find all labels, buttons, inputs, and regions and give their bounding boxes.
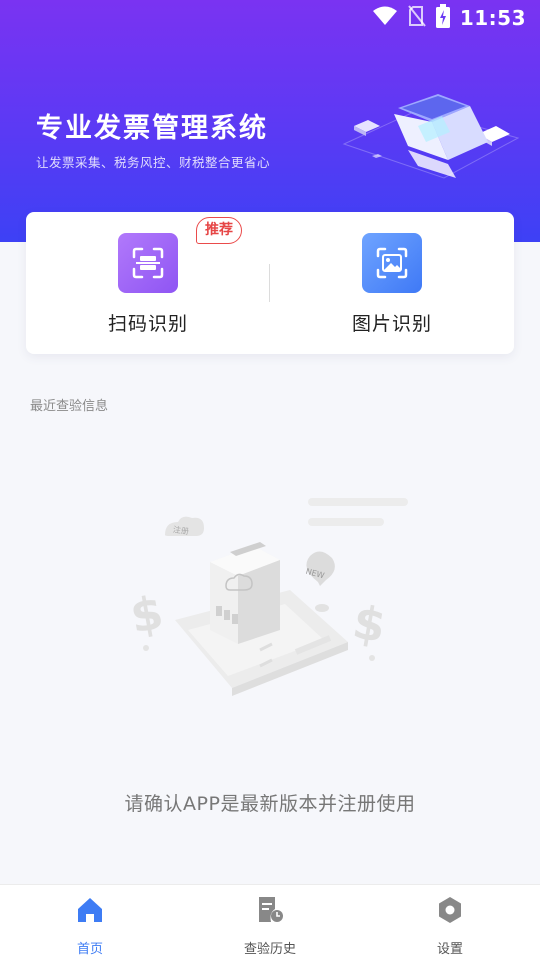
scan-recognize-button[interactable]: 扫码识别 推荐 (26, 212, 270, 354)
recommended-badge: 推荐 (196, 217, 242, 244)
image-recognize-label: 图片识别 (351, 313, 432, 335)
image-icon (362, 233, 422, 293)
tab-settings-label: 设置 (436, 942, 463, 957)
tab-history-label: 查验历史 (243, 942, 296, 957)
svg-text:$: $ (349, 595, 390, 654)
laptop-illustration (338, 86, 523, 190)
svg-text:$: $ (126, 585, 167, 644)
empty-state-illustration: 注册 NEW $ $ (120, 490, 420, 724)
tab-home-label: 首页 (76, 942, 103, 957)
tab-home[interactable]: 首页 (0, 885, 180, 960)
hero-title: 专业发票管理系统 (36, 113, 268, 144)
no-sim-icon (408, 5, 426, 31)
settings-icon (435, 895, 465, 929)
hero-banner: 11:53 专业发票管理系统 让发票采集、税务风控、财税整合更省心 (0, 0, 540, 242)
image-recognize-button[interactable]: 图片识别 (270, 212, 514, 354)
recent-section-title: 最近查验信息 (30, 399, 109, 414)
scan-recognize-label: 扫码识别 (107, 313, 188, 335)
history-icon (255, 895, 285, 929)
battery-charging-icon (435, 4, 450, 32)
wifi-icon (372, 5, 398, 31)
hero-subtitle: 让发票采集、税务风控、财税整合更省心 (36, 155, 271, 170)
scan-icon (118, 233, 178, 293)
bottom-tab-bar: 首页 查验历史 设置 (0, 884, 540, 960)
tab-settings[interactable]: 设置 (360, 885, 540, 960)
status-time: 11:53 (459, 6, 526, 30)
action-card: 扫码识别 推荐 图片识别 (26, 212, 514, 354)
tab-history[interactable]: 查验历史 (180, 885, 360, 960)
home-icon (75, 895, 105, 929)
status-bar: 11:53 (0, 0, 540, 36)
empty-state-message: 请确认APP是最新版本并注册使用 (124, 793, 416, 815)
